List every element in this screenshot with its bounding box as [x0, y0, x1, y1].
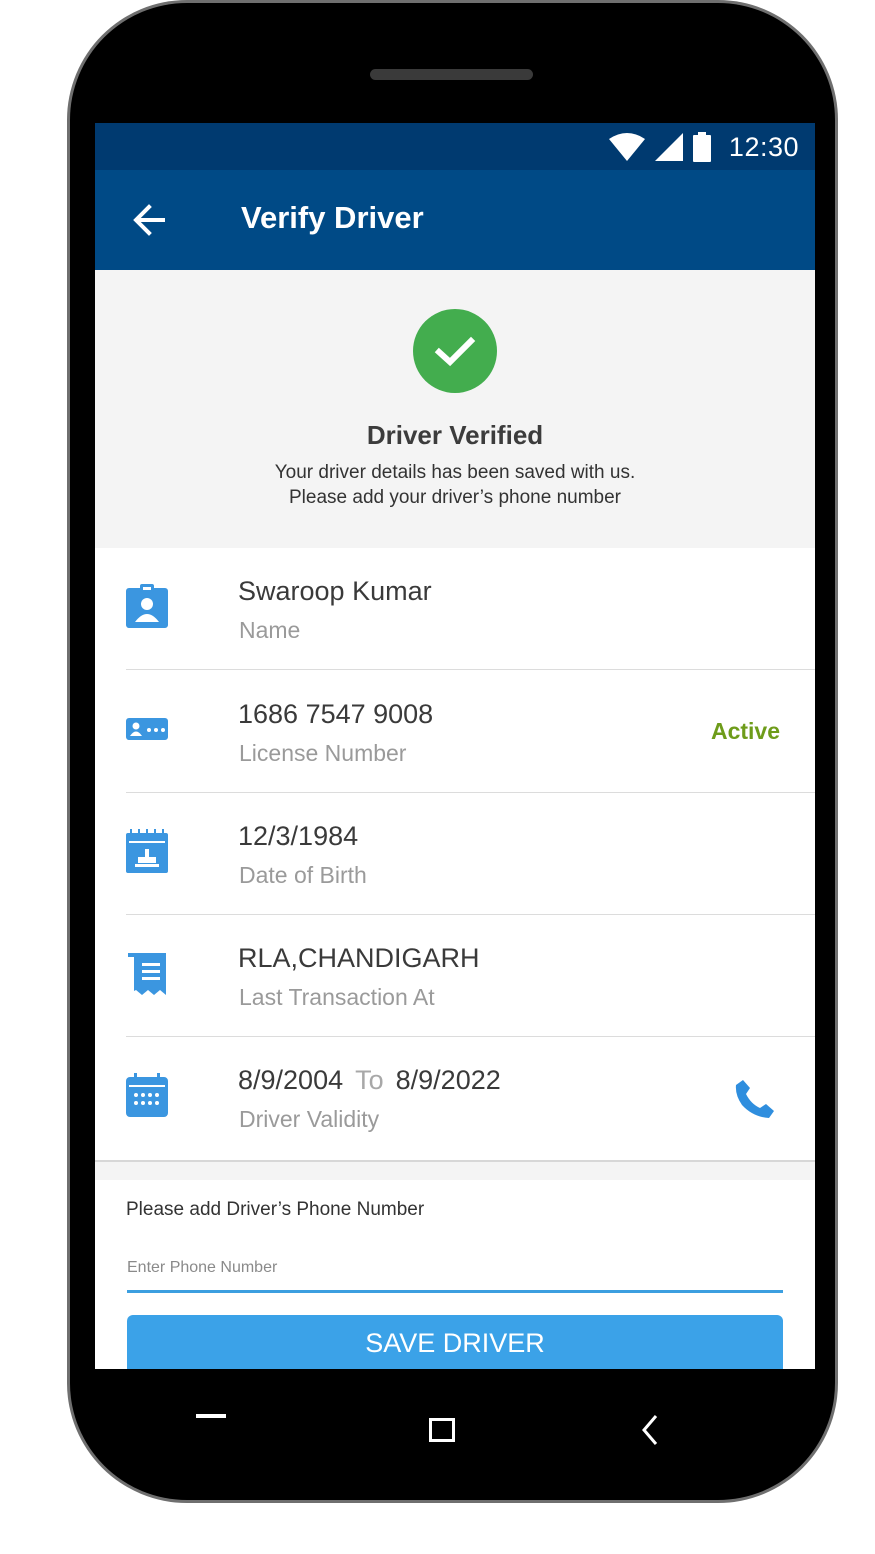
nav-home-button[interactable]	[429, 1418, 455, 1442]
validity-label: Driver Validity	[239, 1106, 380, 1132]
app-screen: 12:30 Verify Driver Driver Verified Your…	[95, 123, 815, 1369]
birthday-calendar-icon	[126, 829, 168, 873]
phone-number-input[interactable]	[127, 1245, 783, 1293]
nav-back-button[interactable]	[640, 1414, 660, 1446]
verified-panel: Driver Verified Your driver details has …	[95, 270, 815, 548]
signal-icon	[654, 133, 683, 161]
verified-message-line2: Please add your driver’s phone number	[289, 487, 621, 508]
dob-value: 12/3/1984	[238, 821, 359, 851]
phone-speaker	[370, 69, 533, 80]
add-phone-label: Please add Driver’s Phone Number	[126, 1199, 425, 1220]
verified-message-line1: Your driver details has been saved with …	[274, 462, 636, 483]
arrow-left-icon	[133, 204, 165, 236]
call-button[interactable]	[733, 1077, 777, 1121]
save-driver-button[interactable]: SAVE DRIVER	[127, 1315, 783, 1369]
last-transaction-value: RLA,CHANDIGARH	[238, 943, 480, 973]
detail-row-last-transaction: RLA,CHANDIGARH Last Transaction At	[126, 915, 815, 1037]
page-title: Verify Driver	[241, 200, 424, 235]
license-number-label: License Number	[239, 740, 407, 766]
detail-row-name: Swaroop Kumar Name	[126, 548, 815, 670]
last-transaction-label: Last Transaction At	[239, 984, 435, 1010]
status-time: 12:30	[728, 131, 799, 162]
verified-title: Driver Verified	[366, 420, 544, 450]
validity-to: 8/9/2022	[395, 1065, 501, 1095]
status-bar: 12:30	[95, 123, 815, 170]
dob-label: Date of Birth	[239, 862, 367, 888]
app-bar: Verify Driver	[95, 170, 815, 270]
back-button[interactable]	[129, 200, 169, 240]
section-divider	[95, 1160, 815, 1180]
validity-from: 8/9/2004	[238, 1065, 344, 1095]
verified-message: Your driver details has been saved with …	[95, 460, 815, 510]
chevron-left-icon	[642, 1415, 658, 1445]
driver-name-value: Swaroop Kumar	[238, 576, 432, 606]
battery-icon	[692, 132, 711, 162]
receipt-icon	[128, 953, 166, 995]
validity-value: 8/9/2004 To 8/9/2022	[238, 1065, 501, 1096]
wifi-icon	[608, 133, 645, 161]
detail-row-license: 1686 7547 9008 License Number Active	[126, 671, 815, 793]
detail-row-dob: 12/3/1984 Date of Birth	[126, 793, 815, 915]
calendar-icon	[126, 1073, 168, 1117]
license-number-value: 1686 7547 9008	[238, 699, 434, 729]
detail-row-validity: 8/9/2004 To 8/9/2022 Driver Validity	[126, 1037, 815, 1159]
license-status-badge: Active	[710, 718, 780, 744]
driver-name-label: Name	[239, 617, 301, 643]
status-icons: 12:30	[608, 131, 799, 163]
check-icon	[434, 336, 476, 367]
license-card-icon	[126, 718, 168, 740]
nav-recents-button[interactable]	[196, 1414, 226, 1418]
id-badge-icon	[126, 584, 168, 628]
validity-to-word: To	[355, 1065, 384, 1095]
phone-icon	[735, 1080, 774, 1118]
verified-badge	[413, 309, 497, 393]
